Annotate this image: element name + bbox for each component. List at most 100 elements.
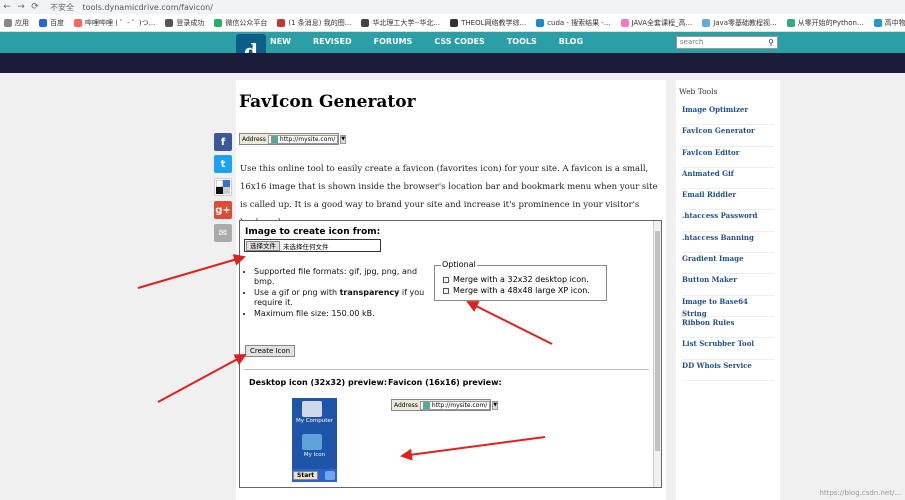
site-header: d NEW REVISED FORUMS CSS CODES TOOLS BLOG sea… xyxy=(0,32,905,68)
email-share-icon[interactable]: ✉ xyxy=(214,224,232,242)
sidebar-link[interactable]: List Scrubber Tool xyxy=(682,338,774,360)
sidebar-link[interactable]: DD Whois Service xyxy=(682,360,774,381)
merge-32-option[interactable]: Merge with a 32x32 desktop icon. xyxy=(443,275,589,284)
bookmark-item[interactable]: JAVA全套课程_高... xyxy=(620,18,693,28)
my-icon-icon xyxy=(302,434,322,450)
bookmark-icon xyxy=(873,18,882,27)
bookmark-item[interactable]: 微信公众平台 xyxy=(214,18,267,28)
bookmark-item[interactable]: 百度 xyxy=(39,18,64,28)
sidebar-link[interactable]: Animated Gif xyxy=(682,168,774,190)
favicon-preview-label: Favicon (16x16) preview: xyxy=(388,378,502,387)
sidebar-link[interactable]: Button Maker xyxy=(682,274,774,296)
bookmark-icon xyxy=(702,18,711,27)
watermark: https://blog.csdn.net/... xyxy=(819,489,901,497)
delicious-share-icon[interactable] xyxy=(214,178,232,196)
sidebar-link[interactable]: .htaccess Password xyxy=(682,210,774,232)
sidebar-link[interactable]: Image Optimizer xyxy=(682,104,774,126)
url-text: tools.dynamicdrive.com/favicon/ xyxy=(82,2,213,12)
twitter-share-icon[interactable]: t xyxy=(214,155,232,173)
scrollbar-thumb[interactable] xyxy=(655,231,660,451)
search-input[interactable]: search ⚲ xyxy=(676,36,778,49)
bookmark-label: Java零基础教程视... xyxy=(713,18,777,27)
bookmarks-bar: 应用 百度 哔哩哔哩 ( ゜- ゜)つ... 登录成功 微信公众平台 (1 条消息) 我的… xyxy=(0,14,905,32)
optional-legend: Optional xyxy=(441,260,477,269)
sidebar-list: Image Optimizer FavIcon Generator FavIcon … xyxy=(682,104,774,381)
bookmark-icon xyxy=(74,18,82,27)
bookmark-label: (1 条消息) 我的图... xyxy=(288,18,352,27)
merge-48-checkbox[interactable] xyxy=(443,287,449,294)
googleplus-share-icon[interactable]: g+ xyxy=(214,201,232,219)
bookmark-icon xyxy=(786,18,795,27)
bookmark-item[interactable]: 高中物理--教师资... xyxy=(873,18,905,28)
nav-link-tools[interactable]: TOOLS xyxy=(507,37,537,46)
bookmark-label: 应用 xyxy=(15,18,29,27)
dropdown-icon: ▼ xyxy=(492,400,499,410)
sidebar-link[interactable]: Image to Base64 String xyxy=(682,296,774,318)
facebook-share-icon[interactable]: f xyxy=(214,133,232,151)
search-placeholder: search xyxy=(680,38,704,46)
nav-link-css-codes[interactable]: CSS CODES xyxy=(434,37,485,46)
bookmark-label: 从零开始的Python... xyxy=(797,18,864,27)
bookmark-label: 哔哩哔哩 ( ゜- ゜)つ... xyxy=(85,18,156,27)
divider xyxy=(244,369,649,370)
bookmark-item[interactable]: 哔哩哔哩 ( ゜- ゜)つ... xyxy=(74,18,155,28)
bookmark-label: 登录成功 xyxy=(176,18,205,27)
address-url: http://mysite.com/ xyxy=(279,135,336,143)
reload-icon[interactable]: ⟳ xyxy=(28,2,42,12)
forward-icon[interactable]: → xyxy=(14,2,28,12)
sidebar-link[interactable]: .htaccess Banning xyxy=(682,232,774,254)
bookmark-item[interactable]: (1 条消息) 我的图... xyxy=(277,18,351,28)
bookmark-item[interactable]: 华北理工大学--华北... xyxy=(361,18,440,28)
bookmark-item[interactable]: 从零开始的Python... xyxy=(786,18,864,28)
sidebar-link[interactable]: FavIcon Generator xyxy=(682,125,774,147)
bookmark-item[interactable]: THEOL网络教学综... xyxy=(450,18,526,28)
nav-link-new[interactable]: NEW xyxy=(270,37,291,46)
back-icon[interactable]: ← xyxy=(0,2,14,12)
panel-scrollbar[interactable] xyxy=(653,221,661,487)
merge-48-option[interactable]: Merge with a 48x48 large XP icon. xyxy=(443,286,590,295)
nav-link-forums[interactable]: FORUMS xyxy=(374,37,413,46)
desktop-icon-label: My Icon xyxy=(303,452,326,458)
page-title: FavIcon Generator xyxy=(239,92,416,112)
merge-48-label: Merge with a 48x48 large XP icon. xyxy=(453,286,590,295)
sidebar-link[interactable]: Email Riddler xyxy=(682,189,774,211)
bookmark-icon xyxy=(361,18,370,27)
browser-toolbar: ← → ⟳ 不安全 tools.dynamicdrive.com/favicon… xyxy=(0,0,905,14)
dropdown-icon: ▼ xyxy=(340,134,347,144)
computer-icon xyxy=(302,401,322,417)
file-status: 未选择任何文件 xyxy=(283,242,329,251)
sidebar-link[interactable]: Ribbon Rules xyxy=(682,317,774,339)
bookmark-icon xyxy=(165,18,174,27)
search-icon[interactable]: ⚲ xyxy=(768,37,774,48)
sidebar-link[interactable]: FavIcon Editor xyxy=(682,147,774,168)
bookmark-item[interactable]: 应用 xyxy=(4,18,29,28)
bullet-emphasis: transparency xyxy=(339,288,400,297)
desktop-preview: My Computer My Icon Start xyxy=(292,398,337,482)
start-button: Start xyxy=(293,471,319,480)
choose-file-button[interactable]: 选择文件 xyxy=(246,240,280,251)
nav-link-revised[interactable]: REVISED xyxy=(313,37,352,46)
address-bar[interactable]: 不安全 tools.dynamicdrive.com/favicon/ xyxy=(50,2,213,13)
list-item: Supported file formats: gif, jpg, png, a… xyxy=(254,267,429,287)
bookmark-label: 微信公众平台 xyxy=(225,18,268,27)
bookmark-item[interactable]: Java零基础教程视... xyxy=(702,18,777,28)
create-icon-button[interactable]: Create Icon xyxy=(245,345,296,357)
bookmark-label: 百度 xyxy=(50,18,64,27)
bookmark-label: 高中物理--教师资... xyxy=(884,18,905,27)
bookmark-icon xyxy=(536,18,545,27)
bookmark-label: JAVA全套课程_高... xyxy=(631,18,693,27)
file-input[interactable]: 选择文件 未选择任何文件 xyxy=(244,239,381,252)
bookmark-item[interactable]: cuda - 搜索结果 -... xyxy=(536,18,611,28)
merge-32-checkbox[interactable] xyxy=(443,276,449,283)
bookmark-item[interactable]: 登录成功 xyxy=(165,18,204,28)
sidebar-link[interactable]: Gradient Image xyxy=(682,253,774,275)
bookmark-icon xyxy=(4,18,12,27)
favicon-placeholder-icon xyxy=(270,135,278,143)
favicon-tool-panel: Image to create icon from: 选择文件 未选择任何文件 … xyxy=(239,220,662,488)
nav-link-blog[interactable]: BLOG xyxy=(559,37,583,46)
main-content: FavIcon Generator Address http://mysite.… xyxy=(236,80,666,500)
desktop-icon-label: My Computer xyxy=(295,418,334,424)
list-item: Use a gif or png with transparency if yo… xyxy=(254,288,429,308)
tray-icon xyxy=(325,471,335,480)
address-field: http://mysite.com/ xyxy=(419,400,491,410)
